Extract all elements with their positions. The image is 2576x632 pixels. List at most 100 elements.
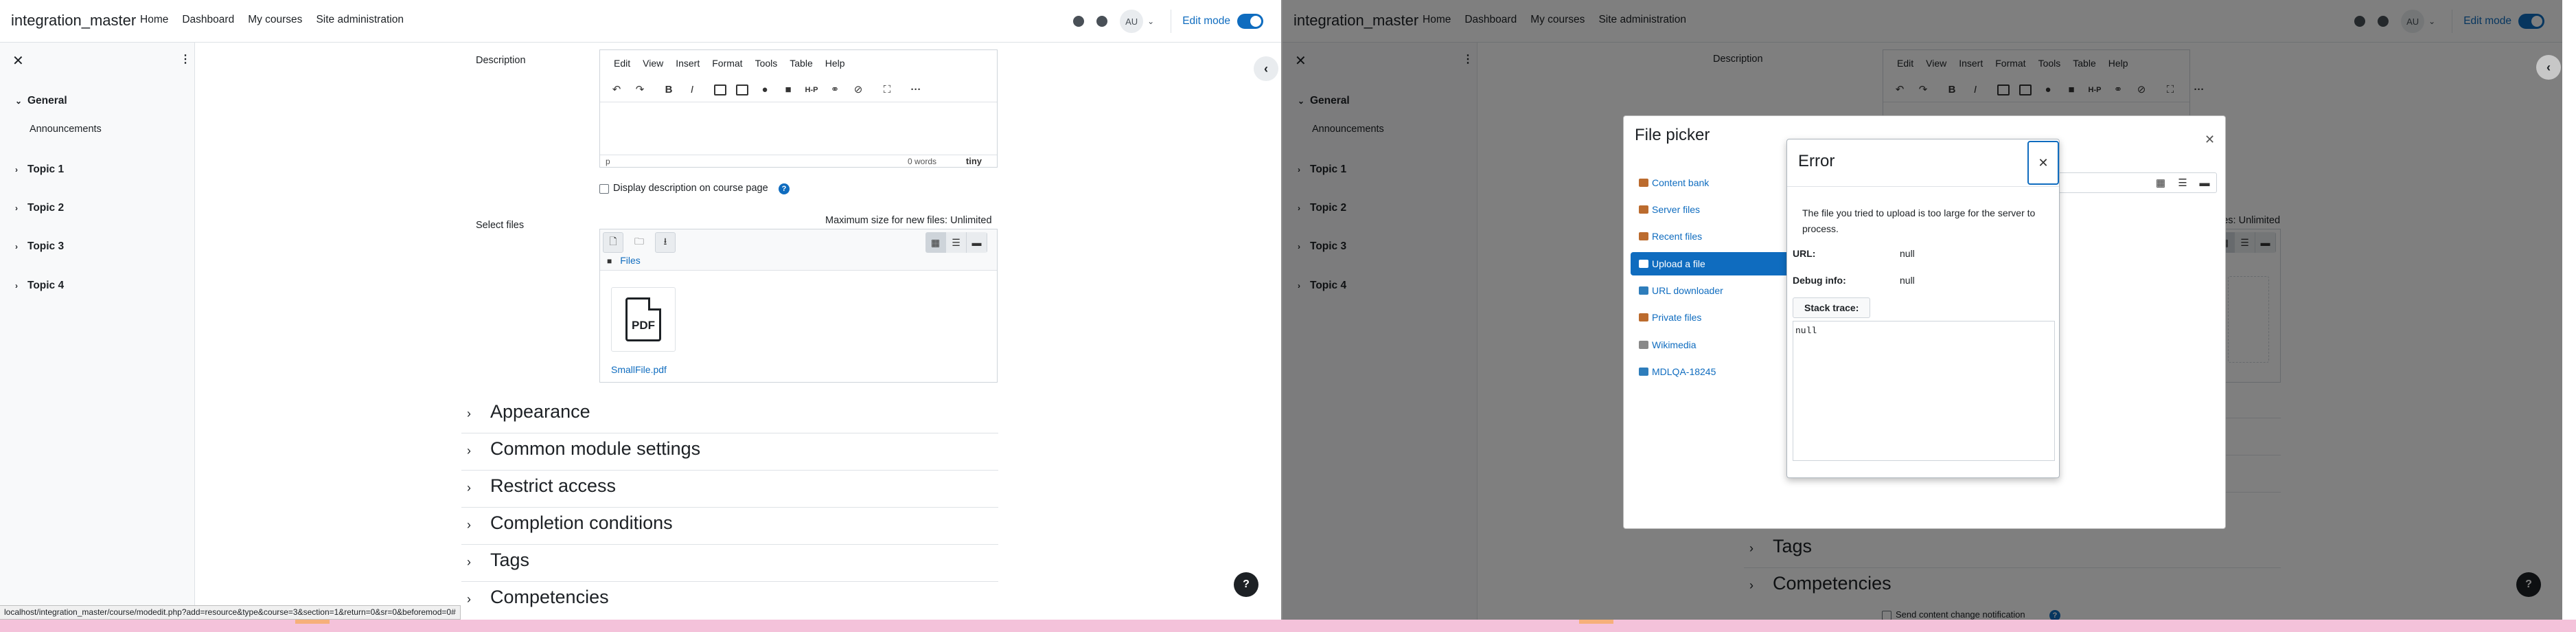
section-restrict-access[interactable]: › Restrict access xyxy=(467,475,616,497)
microphone-icon[interactable]: ● xyxy=(758,83,772,97)
stack-trace-content: null xyxy=(1793,321,2055,461)
caret-right-icon: › xyxy=(15,203,18,213)
section-topic-2[interactable]: › Topic 2 xyxy=(15,202,64,214)
section-topic-1[interactable]: › Topic 1 xyxy=(15,163,64,176)
messages-chat-icon[interactable] xyxy=(1096,16,1108,27)
file-manager: 🗋 🗀 ⭳ ▦ ☰ ▬ ■ Files PDF SmallFile.pdf xyxy=(599,229,998,383)
repository-icon xyxy=(1639,313,1648,321)
error-message: The file you tried to upload is too larg… xyxy=(1802,207,2036,234)
close-drawer-icon[interactable]: ✕ xyxy=(12,52,24,69)
help-question-icon[interactable]: ? xyxy=(779,183,790,194)
collapsible-label: Completion conditions xyxy=(490,512,673,533)
repo-mdlqa-18245[interactable]: MDLQA-18245 xyxy=(1631,360,1795,383)
section-topic-3[interactable]: › Topic 3 xyxy=(15,240,64,253)
top-navbar: integration_master Home Dashboard My cou… xyxy=(0,0,1281,43)
create-folder-icon[interactable]: 🗀 xyxy=(629,232,649,253)
menu-table[interactable]: Table xyxy=(790,58,812,69)
file-picker-close-icon[interactable]: ✕ xyxy=(2205,133,2215,147)
editor-word-count[interactable]: 0 words xyxy=(908,157,936,166)
section-completion-conditions[interactable]: › Completion conditions xyxy=(467,512,673,534)
menu-insert[interactable]: Insert xyxy=(676,58,700,69)
user-avatar[interactable]: AU xyxy=(1120,10,1144,33)
menu-tools[interactable]: Tools xyxy=(755,58,778,69)
list-view-icon[interactable]: ☰ xyxy=(946,232,967,253)
caret-right-icon: › xyxy=(15,165,18,174)
repo-label: Server files xyxy=(1652,204,1701,215)
file-name-link[interactable]: SmallFile.pdf xyxy=(611,364,667,375)
icon-view-grid-icon[interactable]: ▦ xyxy=(925,232,946,253)
repo-label: Wikimedia xyxy=(1652,339,1697,350)
undo-icon[interactable]: ↶ xyxy=(610,83,623,97)
nav-dashboard[interactable]: Dashboard xyxy=(182,14,234,26)
page-help-question-icon[interactable]: ? xyxy=(1234,572,1258,597)
section-general[interactable]: ⌄ General xyxy=(15,95,67,107)
add-file-icon[interactable]: 🗋 xyxy=(603,232,623,253)
repo-private-files[interactable]: Private files xyxy=(1631,306,1795,329)
section-competencies[interactable]: › Competencies xyxy=(467,587,609,608)
activity-announcements[interactable]: Announcements xyxy=(30,124,102,135)
section-topic-4[interactable]: › Topic 4 xyxy=(15,280,64,292)
error-close-icon[interactable]: ✕ xyxy=(2027,141,2059,185)
repository-list: Content bank Server files Recent files U… xyxy=(1624,157,1795,528)
site-brand[interactable]: integration_master xyxy=(11,12,136,30)
nav-home[interactable]: Home xyxy=(140,14,168,26)
display-description-checkbox[interactable] xyxy=(599,184,609,194)
redo-icon[interactable]: ↷ xyxy=(633,83,647,97)
nav-site-administration[interactable]: Site administration xyxy=(316,14,404,26)
course-index-options-kebab-icon[interactable]: ⋮ xyxy=(180,52,191,66)
media-icon[interactable] xyxy=(736,84,748,95)
image-icon[interactable] xyxy=(714,84,726,95)
pdf-icon-text: PDF xyxy=(632,319,655,332)
tiny-logo[interactable]: tiny xyxy=(966,156,982,166)
menu-format[interactable]: Format xyxy=(712,58,742,69)
more-icon[interactable]: ··· xyxy=(909,83,923,97)
user-menu-chevron-down-icon[interactable]: ⌄ xyxy=(1147,16,1154,26)
repo-content-bank[interactable]: Content bank xyxy=(1631,171,1795,194)
files-breadcrumb-link[interactable]: Files xyxy=(620,255,641,266)
bottom-pink-strip xyxy=(0,620,2576,632)
description-editor[interactable]: Edit View Insert Format Tools Table Help… xyxy=(599,49,998,168)
collapsible-label: Restrict access xyxy=(490,475,617,496)
caret-right-icon: › xyxy=(467,481,471,495)
section-appearance[interactable]: › Appearance xyxy=(467,401,590,422)
h5p-icon[interactable]: H-P xyxy=(805,83,818,97)
menu-view[interactable]: View xyxy=(643,58,663,69)
unlink-icon[interactable]: ⊘ xyxy=(851,83,865,97)
tree-view-folder-icon[interactable]: ▬ xyxy=(967,232,987,253)
repo-wikimedia[interactable]: Wikimedia xyxy=(1631,333,1795,357)
open-block-drawer-chevron-left-icon[interactable]: ‹ xyxy=(1254,56,1278,81)
repo-recent-files[interactable]: Recent files xyxy=(1631,225,1795,248)
section-label: Topic 4 xyxy=(27,280,65,291)
link-icon[interactable]: ⚭ xyxy=(828,83,842,97)
list-view-icon[interactable]: ☰ xyxy=(2176,177,2189,190)
menu-edit[interactable]: Edit xyxy=(614,58,630,69)
repo-upload-a-file[interactable]: Upload a file xyxy=(1631,252,1795,275)
icon-view-grid-icon[interactable]: ▦ xyxy=(2154,177,2167,190)
open-block-drawer-chevron-left-icon[interactable]: ‹ xyxy=(2536,55,2561,80)
download-all-icon[interactable]: ⭳ xyxy=(655,232,676,253)
file-tile-smallfile[interactable]: PDF xyxy=(611,287,676,352)
editor-element-path[interactable]: p xyxy=(606,157,610,166)
edit-mode-toggle[interactable] xyxy=(1237,14,1263,29)
fullscreen-icon[interactable]: ⛶ xyxy=(880,83,894,97)
notifications-bell-icon[interactable] xyxy=(1073,16,1085,27)
repo-server-files[interactable]: Server files xyxy=(1631,198,1795,221)
menu-help[interactable]: Help xyxy=(825,58,845,69)
pdf-file-icon: PDF xyxy=(625,297,661,341)
video-camera-icon[interactable]: ■ xyxy=(781,83,795,97)
left-browser-pane: integration_master Home Dashboard My cou… xyxy=(0,0,1281,620)
italic-icon[interactable]: I xyxy=(685,83,699,97)
tree-view-folder-icon[interactable]: ▬ xyxy=(2198,177,2211,190)
stack-trace-toggle[interactable]: Stack trace: xyxy=(1793,297,1871,318)
section-common-module-settings[interactable]: › Common module settings xyxy=(467,438,700,460)
url-downloader-icon xyxy=(1639,286,1648,295)
repository-icon xyxy=(1639,179,1648,187)
section-tags[interactable]: › Tags xyxy=(467,550,529,571)
repo-url-downloader[interactable]: URL downloader xyxy=(1631,279,1795,302)
collapsible-label: Tags xyxy=(490,550,530,570)
caret-right-icon: › xyxy=(15,281,18,291)
editor-menubar: Edit View Insert Format Tools Table Help xyxy=(600,50,997,76)
nav-my-courses[interactable]: My courses xyxy=(248,14,302,26)
file-manager-breadcrumb: ■ Files xyxy=(607,255,641,266)
bold-icon[interactable]: B xyxy=(662,83,676,97)
